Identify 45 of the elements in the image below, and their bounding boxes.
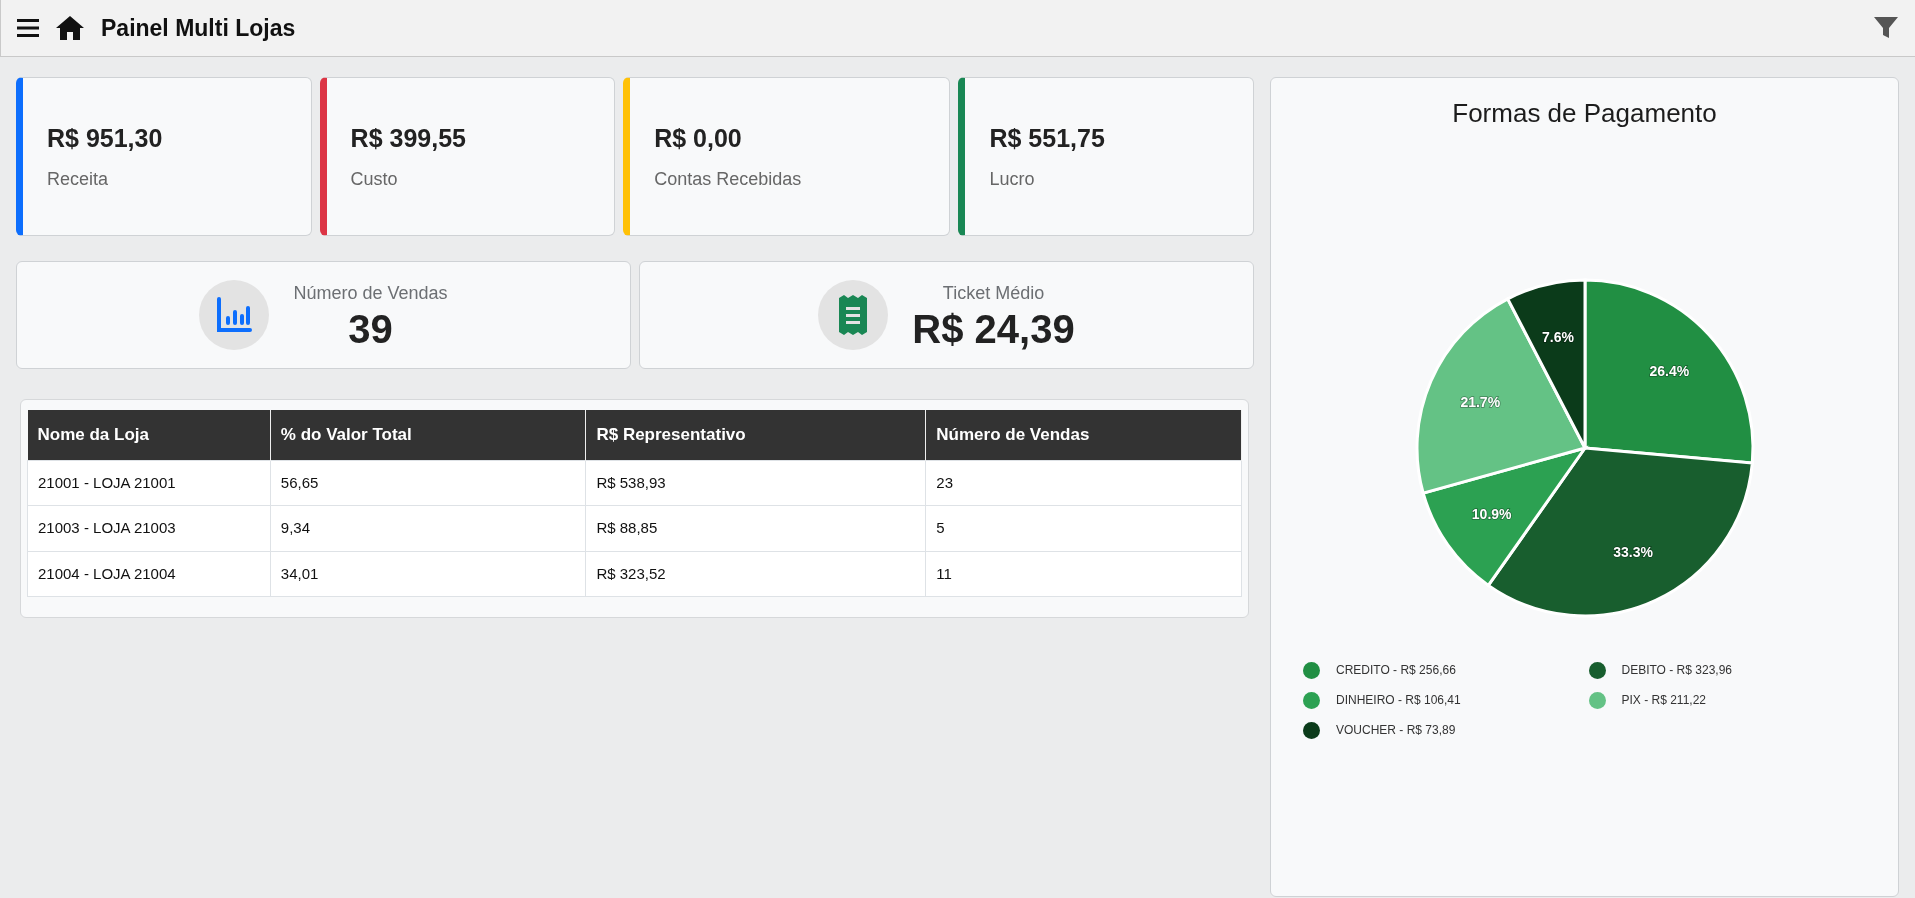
table-cell: R$ 88,85 bbox=[585, 505, 926, 551]
slice-label: 21.7% bbox=[1459, 394, 1500, 411]
table-cell: 11 bbox=[925, 551, 1242, 597]
legend-label: DINHEIRO - R$ 106,41 bbox=[1336, 692, 1461, 709]
receipt-icon bbox=[838, 295, 869, 335]
table-cell: 23 bbox=[925, 460, 1242, 506]
slice-label: 33.3% bbox=[1612, 543, 1653, 560]
kpi-value: R$ 0,00 bbox=[654, 123, 742, 155]
stat-label: Ticket Médio bbox=[942, 281, 1045, 305]
stat-label: Número de Vendas bbox=[293, 281, 448, 305]
slice-label: 26.4% bbox=[1648, 362, 1689, 379]
bar-chart-icon bbox=[216, 297, 253, 333]
column-header: % do Valor Total bbox=[270, 410, 586, 460]
column-header: R$ Representativo bbox=[585, 410, 926, 460]
table-cell: 56,65 bbox=[270, 460, 586, 506]
slice-label: 10.9% bbox=[1471, 505, 1512, 522]
table-cell: 34,01 bbox=[270, 551, 586, 597]
kpi-label: Lucro bbox=[989, 167, 1035, 191]
table-cell: R$ 323,52 bbox=[585, 551, 926, 597]
table-cell: 21004 - LOJA 21004 bbox=[27, 551, 271, 597]
legend-label: DEBITO - R$ 323,96 bbox=[1621, 662, 1732, 679]
kpi-label: Contas Recebidas bbox=[654, 167, 802, 191]
page-title: Painel Multi Lojas bbox=[101, 13, 296, 43]
table-cell: R$ 538,93 bbox=[585, 460, 926, 506]
legend-label: PIX - R$ 211,22 bbox=[1621, 692, 1706, 709]
kpi-value: R$ 551,75 bbox=[989, 123, 1105, 155]
legend-label: VOUCHER - R$ 73,89 bbox=[1336, 722, 1456, 739]
slice-label: 7.6% bbox=[1541, 329, 1574, 345]
kpi-value: R$ 951,30 bbox=[47, 123, 163, 155]
kpi-value: R$ 399,55 bbox=[350, 123, 466, 155]
legend-label: CREDITO - R$ 256,66 bbox=[1336, 662, 1456, 679]
stat-value: 39 bbox=[348, 306, 393, 351]
filter-icon[interactable] bbox=[1873, 16, 1899, 40]
table-cell: 21003 - LOJA 21003 bbox=[27, 505, 271, 551]
table-cell: 9,34 bbox=[270, 505, 586, 551]
home-icon[interactable] bbox=[55, 15, 85, 41]
column-header: Nome da Loja bbox=[27, 410, 271, 460]
menu-icon[interactable] bbox=[17, 19, 39, 37]
kpi-label: Custo bbox=[350, 167, 398, 191]
stat-value: R$ 24,39 bbox=[912, 306, 1075, 351]
table-cell: 21001 - LOJA 21001 bbox=[27, 460, 271, 506]
column-header: Número de Vendas bbox=[925, 410, 1242, 460]
table-cell: 5 bbox=[925, 505, 1242, 551]
kpi-label: Receita bbox=[47, 167, 109, 191]
chart-title: Formas de Pagamento bbox=[1452, 97, 1717, 130]
